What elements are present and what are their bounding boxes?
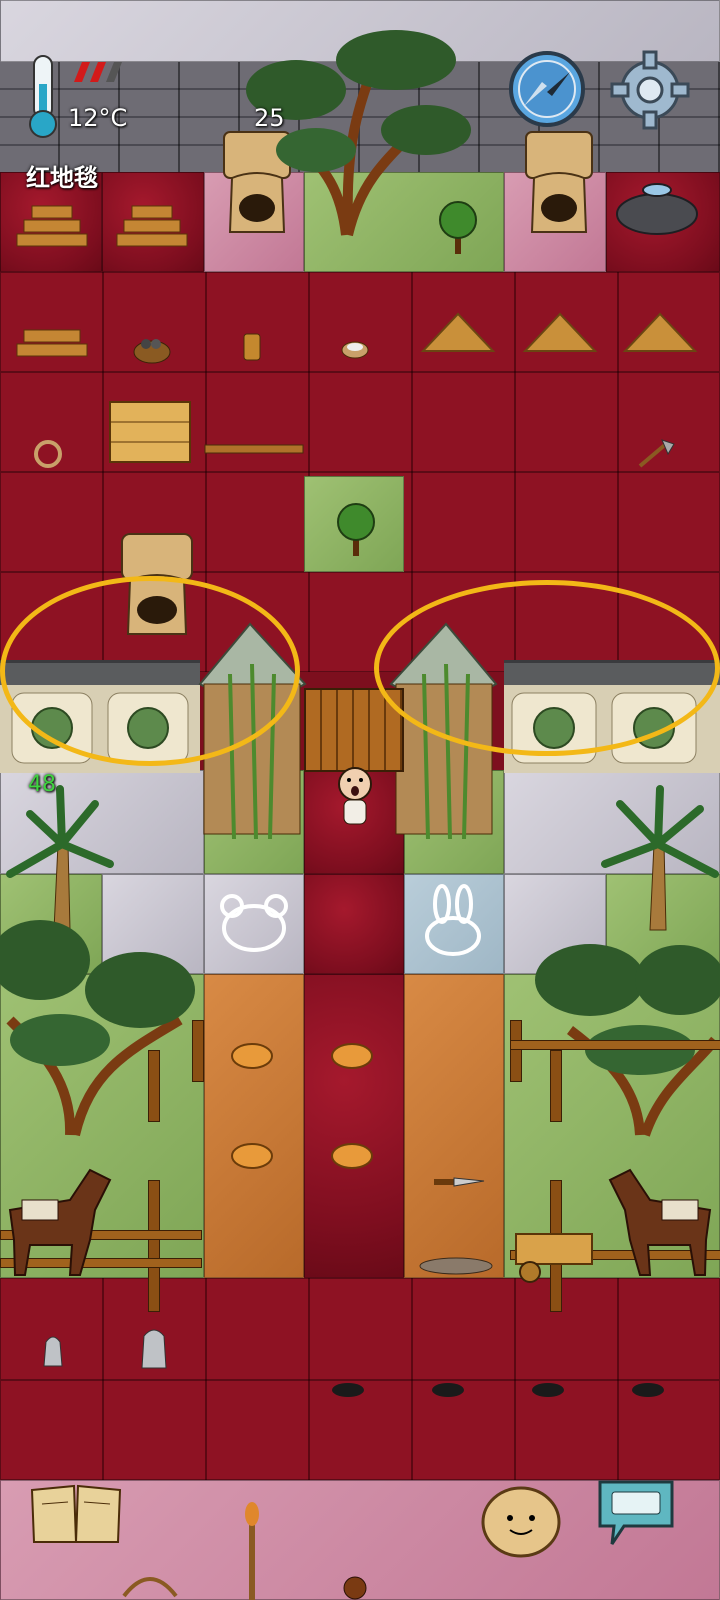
clay-sprite[interactable] — [330, 1140, 374, 1170]
juniper-tree-sprite[interactable] — [0, 900, 200, 1140]
knife-sprite[interactable] — [432, 1174, 486, 1190]
horse-sprite[interactable] — [590, 1160, 720, 1280]
temperature-label: 12°C — [68, 104, 128, 132]
gear-icon[interactable] — [608, 48, 692, 132]
lumber-pile-sprite[interactable] — [12, 198, 92, 258]
game-world[interactable] — [0, 0, 720, 1600]
book-icon[interactable] — [28, 1480, 124, 1546]
seed-sprite[interactable] — [340, 1574, 370, 1600]
fence-rail[interactable] — [510, 1040, 720, 1050]
axe-sprite[interactable] — [636, 438, 676, 468]
lumber-pile-sprite[interactable] — [112, 198, 192, 258]
side-number: 48 — [28, 772, 56, 797]
compass-icon[interactable] — [508, 50, 586, 128]
clay-sprite[interactable] — [330, 1040, 374, 1070]
straw-pile-sprite[interactable] — [520, 306, 600, 356]
fence-post[interactable] — [550, 1050, 562, 1122]
bear-floor-pattern — [220, 894, 288, 952]
fence-post[interactable] — [148, 1180, 160, 1312]
bucket-sprite[interactable] — [240, 330, 264, 364]
dirt-tiles[interactable] — [204, 974, 304, 1278]
stone-well-sprite[interactable] — [612, 176, 702, 236]
kiln-sprite[interactable] — [524, 128, 594, 238]
cart-sprite[interactable] — [514, 1228, 594, 1284]
fence-post[interactable] — [148, 1050, 160, 1122]
clay-sprite[interactable] — [230, 1040, 274, 1070]
wooden-box-sprite[interactable] — [108, 400, 192, 464]
palm-tree-sprite[interactable] — [590, 784, 720, 934]
charcoal-row-sprite[interactable] — [330, 1380, 690, 1400]
bowl-sprite[interactable] — [340, 338, 370, 362]
torch-sprite[interactable] — [242, 1500, 262, 1600]
annotation-circle-left — [0, 576, 300, 766]
bow-sprite[interactable] — [120, 1562, 180, 1600]
rope-sprite[interactable] — [30, 436, 66, 472]
thermometer-icon — [29, 55, 57, 138]
carpet-path[interactable] — [304, 974, 404, 1278]
fence-post[interactable] — [510, 1020, 522, 1082]
bell-sprite[interactable] — [136, 1322, 172, 1372]
berry-bush-sprite[interactable] — [334, 500, 378, 560]
keyboard-chat-icon[interactable] — [594, 1476, 678, 1550]
dead-animal-sprite[interactable] — [416, 1252, 496, 1276]
straw-pile-sprite[interactable] — [620, 306, 700, 356]
board-sprite[interactable] — [204, 442, 304, 456]
basket-sprite[interactable] — [132, 334, 172, 364]
counter-label: 25 — [254, 104, 285, 132]
horse-sprite[interactable] — [0, 1160, 120, 1280]
lumber-pile-sprite[interactable] — [12, 318, 92, 368]
berry-bush-sprite[interactable] — [436, 198, 480, 258]
hunger-bars-icon — [74, 62, 122, 82]
carpet-tile[interactable] — [304, 874, 404, 974]
fence-post[interactable] — [192, 1020, 204, 1082]
rabbit-floor-pattern — [425, 884, 481, 956]
clay-sprite[interactable] — [230, 1140, 274, 1170]
player-character[interactable] — [330, 764, 380, 834]
bell-sprite[interactable] — [38, 1330, 68, 1370]
carpet-row[interactable] — [0, 1278, 720, 1380]
annotation-circle-right — [374, 580, 720, 756]
dirt-tiles[interactable] — [404, 974, 504, 1278]
emote-face-icon[interactable] — [480, 1484, 562, 1560]
straw-pile-sprite[interactable] — [418, 306, 498, 356]
location-name: 红地毯 — [26, 164, 98, 192]
